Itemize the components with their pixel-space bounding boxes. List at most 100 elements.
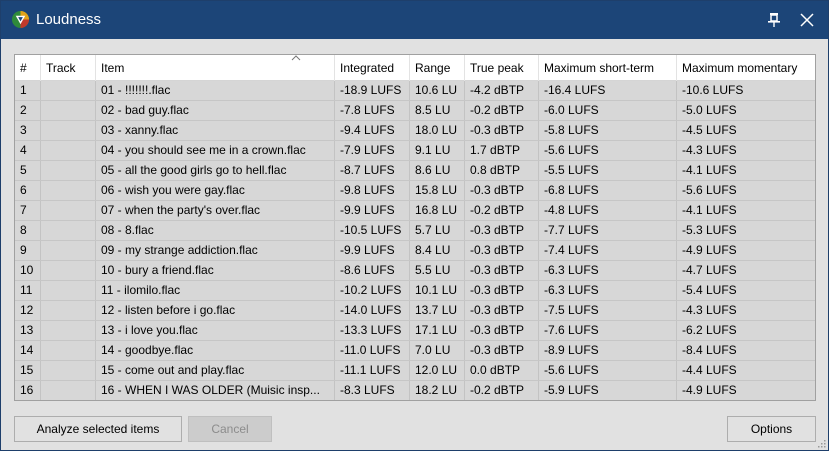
cell-integrated: -13.3 LUFS [335, 321, 410, 340]
analyze-selected-items-button[interactable]: Analyze selected items [14, 416, 182, 442]
cell-item: 02 - bad guy.flac [96, 101, 335, 120]
table-row[interactable]: 7 07 - when the party's over.flac -9.9 LUF… [15, 201, 815, 221]
cell-max-momentary: -4.3 LUFS [682, 303, 737, 317]
table-row[interactable]: 13 13 - i love you.flac -13.3 LUFS 17.1 LU -… [15, 321, 815, 341]
cell-max-short-term: -6.8 LUFS [539, 181, 677, 200]
table-row[interactable]: 12 12 - listen before i go.flac -14.0 LUFS… [15, 301, 815, 321]
cell-range: 13.7 LU [410, 301, 465, 320]
cell-track [41, 101, 96, 120]
cell-integrated: -11.0 LUFS [335, 341, 410, 360]
cell-true-peak: -4.2 dBTP [465, 81, 539, 100]
cell-track [41, 321, 96, 340]
cell-true-peak: -0.3 dBTP [465, 341, 539, 360]
cell-item: 09 - my strange addiction.flac [96, 241, 335, 260]
cell-track [41, 121, 96, 140]
column-header-max-momentary[interactable]: Maximum momentary [677, 55, 815, 81]
cell-item: 14 - goodbye.flac [96, 341, 335, 360]
cell-true-peak: -0.3 dBTP [465, 301, 539, 320]
options-button[interactable]: Options [727, 416, 816, 442]
cell-max-short-term: -5.8 LUFS [539, 121, 677, 140]
cell-max-momentary: -10.6 LUFS [682, 83, 744, 97]
column-header-track[interactable]: Track [41, 55, 96, 81]
table-row[interactable]: 11 11 - ilomilo.flac -10.2 LUFS 10.1 LU -0.3… [15, 281, 815, 301]
cell-range: 16.8 LU [410, 201, 465, 220]
table-row[interactable]: 9 09 - my strange addiction.flac -9.9 LUFS… [15, 241, 815, 261]
cell-integrated: -8.3 LUFS [335, 381, 410, 400]
cell-number: 13 [15, 321, 41, 340]
cell-true-peak: -0.3 dBTP [465, 181, 539, 200]
cell-number: 7 [15, 201, 41, 220]
cell-max-momentary: -4.7 LUFS [682, 263, 737, 277]
cell-number: 1 [15, 81, 41, 100]
table-row[interactable]: 14 14 - goodbye.flac -11.0 LUFS 7.0 LU -0.3 … [15, 341, 815, 361]
table-row[interactable]: 3 03 - xanny.flac -9.4 LUFS 18.0 LU -0.3 dBT… [15, 121, 815, 141]
cell-max-momentary: -5.3 LUFS [682, 223, 737, 237]
cell-max-short-term: -7.7 LUFS [539, 221, 677, 240]
cell-item: 13 - i love you.flac [96, 321, 335, 340]
cell-number: 6 [15, 181, 41, 200]
cell-integrated: -18.9 LUFS [335, 81, 410, 100]
table-row[interactable]: 4 04 - you should see me in a crown.flac -… [15, 141, 815, 161]
cell-range: 8.4 LU [410, 241, 465, 260]
window-title: Loudness [36, 11, 102, 28]
table-row[interactable]: 2 02 - bad guy.flac -7.8 LUFS 8.5 LU -0.2 dB… [15, 101, 815, 121]
close-icon[interactable] [792, 7, 822, 33]
cell-true-peak: -0.3 dBTP [465, 241, 539, 260]
cell-range: 5.7 LU [410, 221, 465, 240]
cell-item: 16 - WHEN I WAS OLDER (Muisic insp... [96, 381, 335, 400]
cell-max-short-term: -5.5 LUFS [539, 161, 677, 180]
column-header-range[interactable]: Range [410, 55, 465, 81]
table-row[interactable]: 15 15 - come out and play.flac -11.1 LUFS 1… [15, 361, 815, 381]
cell-track [41, 261, 96, 280]
cell-true-peak: -0.3 dBTP [465, 321, 539, 340]
cell-max-short-term: -4.8 LUFS [539, 201, 677, 220]
cell-number: 3 [15, 121, 41, 140]
table-row[interactable]: 1 01 - !!!!!!!.flac -18.9 LUFS 10.6 LU -4.2 … [15, 81, 815, 101]
cell-item: 03 - xanny.flac [96, 121, 335, 140]
cell-range: 7.0 LU [410, 341, 465, 360]
loudness-table[interactable]: # Track Item Integrated Range True peak … [14, 54, 816, 401]
cell-track [41, 301, 96, 320]
column-header-number[interactable]: # [15, 55, 41, 81]
table-row[interactable]: 16 16 - WHEN I WAS OLDER (Muisic insp... -… [15, 381, 815, 400]
table-row[interactable]: 6 06 - wish you were gay.flac -9.8 LUFS 15.… [15, 181, 815, 201]
cell-track [41, 221, 96, 240]
cell-track [41, 241, 96, 260]
cell-range: 18.2 LU [410, 381, 465, 400]
cell-number: 8 [15, 221, 41, 240]
cell-item: 06 - wish you were gay.flac [96, 181, 335, 200]
cell-range: 10.6 LU [410, 81, 465, 100]
cancel-button[interactable]: Cancel [188, 416, 272, 442]
cell-max-momentary: -6.2 LUFS [682, 323, 737, 337]
cell-range: 9.1 LU [410, 141, 465, 160]
cell-max-short-term: -16.4 LUFS [539, 81, 677, 100]
table-row[interactable]: 10 10 - bury a friend.flac -8.6 LUFS 5.5 LU… [15, 261, 815, 281]
cell-item: 15 - come out and play.flac [96, 361, 335, 380]
resize-grip-icon[interactable] [816, 438, 826, 448]
column-header-integrated[interactable]: Integrated [335, 55, 410, 81]
cell-true-peak: -0.3 dBTP [465, 261, 539, 280]
title-bar[interactable]: Loudness [1, 1, 828, 39]
cell-integrated: -9.9 LUFS [335, 241, 410, 260]
cell-item: 01 - !!!!!!!.flac [96, 81, 335, 100]
cell-true-peak: 1.7 dBTP [465, 141, 539, 160]
column-header-true-peak[interactable]: True peak [465, 55, 539, 81]
cell-track [41, 381, 96, 400]
cell-number: 5 [15, 161, 41, 180]
cell-number: 11 [15, 281, 41, 300]
cell-track [41, 81, 96, 100]
cell-range: 8.6 LU [410, 161, 465, 180]
pin-icon[interactable] [759, 7, 789, 33]
cell-number: 15 [15, 361, 41, 380]
cell-track [41, 341, 96, 360]
column-header-item[interactable]: Item [96, 55, 335, 81]
cell-max-short-term: -5.9 LUFS [539, 381, 677, 400]
table-row[interactable]: 8 08 - 8.flac -10.5 LUFS 5.7 LU -0.3 dBTP -7.… [15, 221, 815, 241]
cell-item: 11 - ilomilo.flac [96, 281, 335, 300]
column-header-max-short-term[interactable]: Maximum short-term [539, 55, 677, 81]
cell-max-short-term: -8.9 LUFS [539, 341, 677, 360]
cell-range: 5.5 LU [410, 261, 465, 280]
table-header: # Track Item Integrated Range True peak … [15, 55, 815, 81]
table-row[interactable]: 5 05 - all the good girls go to hell.flac… [15, 161, 815, 181]
cell-max-momentary: -4.5 LUFS [682, 123, 737, 137]
